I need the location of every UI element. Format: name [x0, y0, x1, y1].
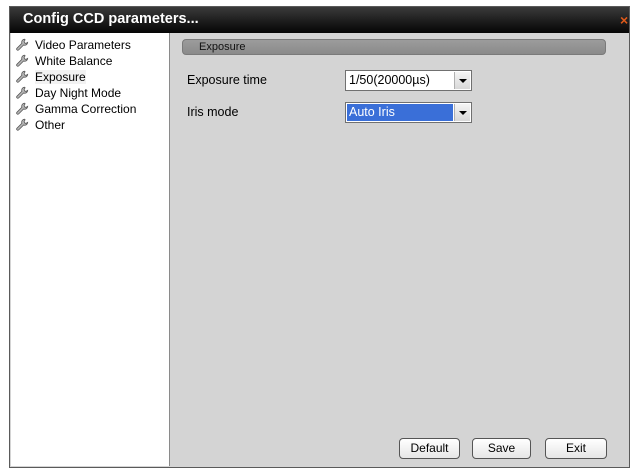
sidebar-item-other[interactable]: Other — [11, 117, 169, 133]
exposure-time-value: 1/50(20000µs) — [349, 73, 430, 87]
sidebar: Video Parameters White Balance Exposure … — [11, 33, 170, 466]
chevron-down-icon[interactable] — [454, 72, 470, 89]
exposure-time-label: Exposure time — [187, 73, 267, 87]
save-button[interactable]: Save — [472, 438, 531, 459]
iris-mode-label: Iris mode — [187, 105, 239, 119]
sidebar-item-label: White Balance — [35, 54, 113, 68]
wrench-icon — [16, 70, 29, 83]
wrench-icon — [16, 102, 29, 115]
sidebar-item-white-balance[interactable]: White Balance — [11, 53, 169, 69]
iris-mode-value: Auto Iris — [349, 105, 395, 119]
sidebar-item-day-night-mode[interactable]: Day Night Mode — [11, 85, 169, 101]
sidebar-item-label: Gamma Correction — [35, 102, 137, 116]
wrench-icon — [16, 54, 29, 67]
wrench-icon — [16, 38, 29, 51]
settings-panel: Exposure Exposure time 1/50(20000µs) Iri… — [170, 33, 629, 467]
chevron-down-icon[interactable] — [454, 104, 470, 121]
iris-mode-select[interactable]: Auto Iris — [345, 102, 472, 123]
wrench-icon — [16, 86, 29, 99]
default-button[interactable]: Default — [399, 438, 460, 459]
sidebar-item-label: Exposure — [35, 70, 86, 84]
exit-button[interactable]: Exit — [545, 438, 607, 459]
close-icon[interactable]: × — [620, 12, 630, 29]
config-ccd-window: Config CCD parameters... × Video Paramet… — [9, 6, 630, 468]
wrench-icon — [16, 118, 29, 131]
sidebar-item-video-parameters[interactable]: Video Parameters — [11, 37, 169, 53]
sidebar-item-gamma-correction[interactable]: Gamma Correction — [11, 101, 169, 117]
sidebar-item-exposure[interactable]: Exposure — [11, 69, 169, 85]
section-header: Exposure — [182, 39, 606, 55]
sidebar-item-label: Video Parameters — [35, 38, 131, 52]
selected-option-highlight: Auto Iris — [347, 104, 453, 121]
sidebar-item-label: Day Night Mode — [35, 86, 122, 100]
exposure-time-select[interactable]: 1/50(20000µs) — [345, 70, 472, 91]
title-bar[interactable]: Config CCD parameters... × — [10, 7, 629, 33]
sidebar-item-label: Other — [35, 118, 66, 132]
window-title: Config CCD parameters... — [23, 11, 199, 27]
